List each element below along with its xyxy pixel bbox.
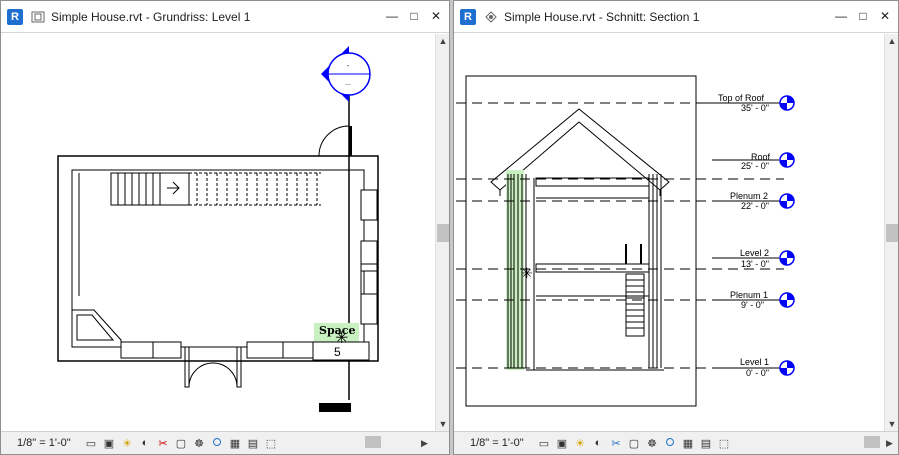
svg-text:22' - 0": 22' - 0"	[741, 201, 769, 211]
svg-text:Level 1: Level 1	[740, 357, 769, 367]
view-title: Simple House.rvt - Grundriss: Level 1	[51, 9, 251, 24]
view-scale[interactable]: 1/8" = 1'-0"	[470, 437, 536, 449]
space-center-marker: ✳	[335, 328, 348, 347]
view-scale[interactable]: 1/8" = 1'-0"	[17, 437, 83, 449]
visual-style-icon[interactable]: ▣	[101, 435, 117, 451]
sun-path-icon[interactable]: ☀	[572, 435, 588, 451]
shadows-icon[interactable]: ◐	[137, 435, 153, 451]
section-view-window[interactable]: R Simple House.rvt - Schnitt: Section 1 …	[453, 0, 899, 455]
show-crop-icon[interactable]: ▢	[173, 435, 189, 451]
svg-text:Level 2: Level 2	[740, 248, 769, 258]
view-titlebar[interactable]: R Simple House.rvt - Schnitt: Section 1 …	[454, 1, 898, 33]
minimize-button[interactable]: —	[834, 9, 848, 23]
temporary-hide-icon[interactable]: ☸	[644, 435, 660, 451]
reveal-hidden-icon[interactable]: ⭘	[209, 435, 225, 451]
svg-text:Plenum 1: Plenum 1	[730, 290, 768, 300]
floor-plan-drawing[interactable]: - ... Space 5 ✳	[1, 34, 435, 431]
visual-style-icon[interactable]: ▣	[554, 435, 570, 451]
minimize-button[interactable]: —	[385, 9, 399, 23]
svg-text:5: 5	[334, 345, 341, 359]
scroll-thumb[interactable]	[886, 224, 898, 242]
scroll-up-arrow[interactable]: ▲	[436, 34, 450, 48]
view-control-bar: 1/8" = 1'-0" ▭ ▣ ☀ ◐ ✂ ▢ ☸ ⭘ ▦ ▤ ⬚ ▶	[454, 431, 898, 454]
svg-text:25' - 0": 25' - 0"	[741, 161, 769, 171]
svg-text:13' - 0": 13' - 0"	[741, 259, 769, 269]
scroll-up-arrow[interactable]: ▲	[885, 34, 899, 48]
shadows-icon[interactable]: ◐	[590, 435, 606, 451]
section-drawing[interactable]: ✳ Top of Roof 35' - 0" Roof 25' - 0" Ple…	[454, 34, 884, 431]
scroll-down-arrow[interactable]: ▼	[885, 417, 899, 431]
floor-plan-canvas[interactable]: - ... Space 5 ✳	[1, 34, 435, 431]
view-titlebar[interactable]: R Simple House.rvt - Grundriss: Level 1 …	[1, 1, 449, 33]
temporary-view-properties-icon[interactable]: ⬚	[263, 435, 279, 451]
scroll-down-arrow[interactable]: ▼	[436, 417, 450, 431]
revit-app-icon: R	[7, 8, 23, 25]
maximize-button[interactable]: □	[407, 9, 421, 23]
crop-view-icon[interactable]: ✂	[608, 435, 624, 451]
reveal-hidden-icon[interactable]: ⭘	[662, 435, 678, 451]
analytical-model-icon[interactable]: ▦	[227, 435, 243, 451]
floor-plan-view-window[interactable]: R Simple House.rvt - Grundriss: Level 1 …	[0, 0, 450, 455]
detail-level-icon[interactable]: ▭	[536, 435, 552, 451]
level-head-roof[interactable]: Roof 25' - 0"	[712, 152, 795, 171]
vertical-scrollbar[interactable]: ▲ ▼	[435, 34, 449, 431]
temporary-view-properties-icon[interactable]: ⬚	[716, 435, 732, 451]
sun-path-icon[interactable]: ☀	[119, 435, 135, 451]
svg-text:Top of Roof: Top of Roof	[718, 93, 765, 103]
revit-app-icon: R	[460, 8, 476, 25]
view-title: Simple House.rvt - Schnitt: Section 1	[504, 9, 700, 24]
temporary-hide-icon[interactable]: ☸	[191, 435, 207, 451]
level-head-plenum-2[interactable]: Plenum 2 22' - 0"	[712, 191, 795, 211]
level-head-level-1[interactable]: Level 1 0' - 0"	[712, 357, 795, 378]
analytical-model-icon[interactable]: ▦	[680, 435, 696, 451]
maximize-button[interactable]: □	[856, 9, 870, 23]
view-control-bar: 1/8" = 1'-0" ▭ ▣ ☀ ◐ ✂ ▢ ☸ ⭘ ▦ ▤ ⬚ ▶	[1, 431, 449, 454]
svg-text:0' - 0": 0' - 0"	[746, 368, 769, 378]
floor-plan-view-icon	[31, 11, 45, 22]
horizontal-scroll-thumb[interactable]	[365, 436, 381, 448]
vertical-scrollbar[interactable]: ▲ ▼	[884, 34, 898, 431]
svg-text:9' - 0": 9' - 0"	[741, 300, 764, 310]
svg-text:35' - 0": 35' - 0"	[741, 103, 769, 113]
section-view-icon	[485, 10, 497, 23]
level-head-top-of-roof[interactable]: Top of Roof 35' - 0"	[704, 93, 795, 113]
level-head-level-2[interactable]: Level 2 13' - 0"	[712, 248, 795, 269]
space-center-marker: ✳	[521, 266, 533, 282]
scroll-right-arrow[interactable]: ▶	[886, 438, 893, 449]
show-crop-icon[interactable]: ▢	[626, 435, 642, 451]
close-button[interactable]: ✕	[429, 9, 443, 23]
section-canvas[interactable]: ✳ Top of Roof 35' - 0" Roof 25' - 0" Ple…	[454, 34, 884, 431]
svg-text:Plenum 2: Plenum 2	[730, 191, 768, 201]
scroll-right-arrow[interactable]: ▶	[421, 438, 428, 449]
elevation-marker[interactable]: - ...	[321, 46, 371, 102]
highlight-displacement-icon[interactable]: ▤	[245, 435, 261, 451]
svg-text:...: ...	[345, 80, 351, 87]
scroll-thumb[interactable]	[437, 224, 449, 242]
detail-level-icon[interactable]: ▭	[83, 435, 99, 451]
highlight-displacement-icon[interactable]: ▤	[698, 435, 714, 451]
horizontal-scroll-thumb[interactable]	[864, 436, 880, 448]
crop-view-icon[interactable]: ✂	[155, 435, 171, 451]
close-button[interactable]: ✕	[878, 9, 892, 23]
level-head-plenum-1[interactable]: Plenum 1 9' - 0"	[712, 290, 795, 310]
space-tag[interactable]: Space 5 ✳	[312, 323, 370, 361]
